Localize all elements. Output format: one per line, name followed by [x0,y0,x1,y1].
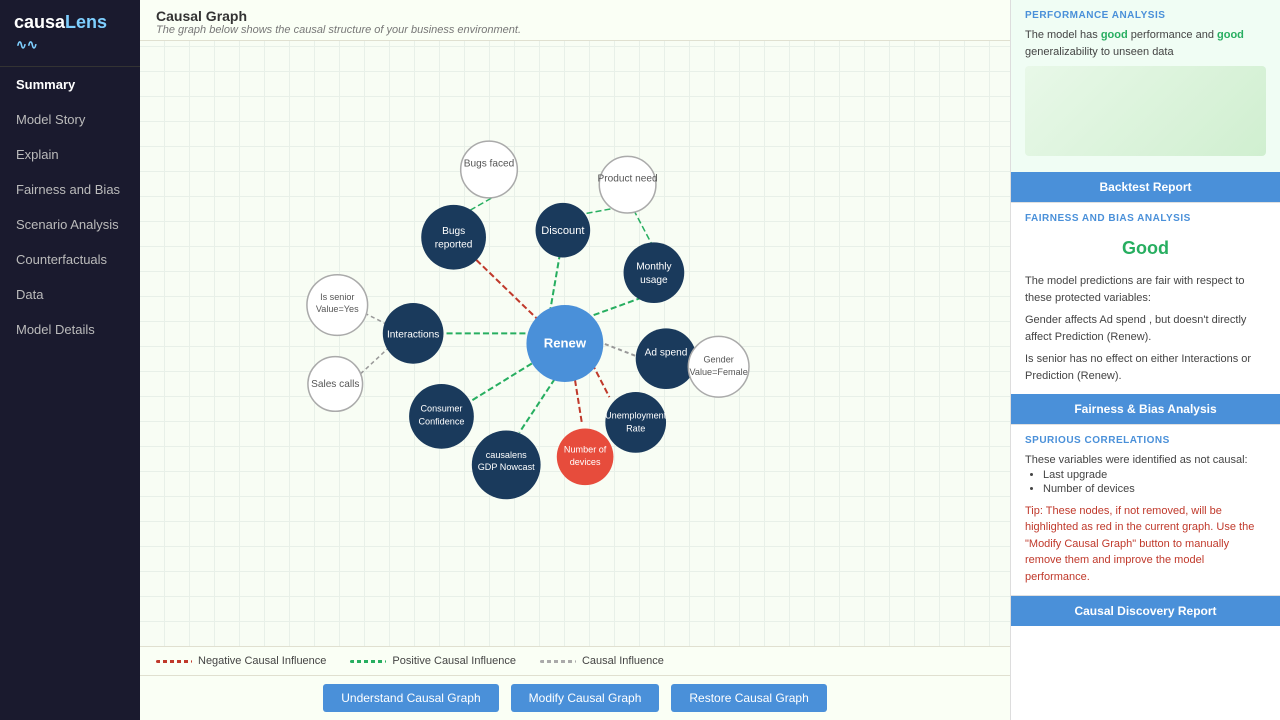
perf-text-1: The model has [1025,29,1101,41]
bottom-buttons: Understand Causal Graph Modify Causal Gr… [140,675,1010,720]
svg-text:Sales calls: Sales calls [311,379,359,390]
svg-text:Interactions: Interactions [387,329,439,340]
logo-area: causaLens∿∿ [0,0,140,67]
graph-header: Causal Graph The graph below shows the c… [140,0,1010,41]
svg-text:Product need: Product need [598,174,658,185]
node-product-need[interactable] [599,156,656,213]
logo-wave: ∿∿ [16,37,38,53]
performance-chart [1025,66,1266,156]
fairness-desc-2: Gender affects Ad spend , but doesn't di… [1025,312,1266,345]
legend-negative: Negative Causal Influence [156,655,326,667]
svg-text:reported: reported [435,239,473,250]
svg-text:Number of: Number of [564,445,607,455]
svg-text:Rate: Rate [626,424,645,434]
svg-text:Monthly: Monthly [636,262,672,273]
understand-causal-graph-button[interactable]: Understand Causal Graph [323,684,498,712]
svg-text:Value=Yes: Value=Yes [316,304,359,314]
modify-causal-graph-button[interactable]: Modify Causal Graph [511,684,660,712]
spurious-list: Last upgrade Number of devices [1043,469,1266,495]
legend-neu-label: Causal Influence [582,655,664,667]
node-unemployment-rate[interactable] [605,392,666,453]
spurious-intro: These variables were identified as not c… [1025,452,1266,469]
performance-title: PERFORMANCE ANALYSIS [1025,10,1266,21]
sidebar-item-model-details[interactable]: Model Details [0,312,140,347]
fairness-good-label: Good [1025,230,1266,267]
sidebar-item-explain[interactable]: Explain [0,137,140,172]
spurious-tip: Tip: These nodes, if not removed, will b… [1025,503,1266,586]
sidebar-item-counterfactuals[interactable]: Counterfactuals [0,242,140,277]
perf-text-3: generalizability to unseen data [1025,46,1174,58]
legend-neg-label: Negative Causal Influence [198,655,326,667]
node-bugs-reported[interactable] [421,205,486,270]
svg-text:Bugs: Bugs [442,226,465,237]
svg-text:Is senior: Is senior [320,292,354,302]
svg-text:Confidence: Confidence [418,416,464,426]
legend-neu-line [540,660,576,663]
legend-pos-line [350,660,386,663]
backtest-report-button[interactable]: Backtest Report [1011,172,1280,202]
fairness-bias-button[interactable]: Fairness & Bias Analysis [1011,394,1280,424]
spurious-title: SPURIOUS CORRELATIONS [1025,435,1266,446]
restore-causal-graph-button[interactable]: Restore Causal Graph [671,684,826,712]
right-panel: PERFORMANCE ANALYSIS The model has good … [1010,0,1280,720]
sidebar-item-model-story[interactable]: Model Story [0,102,140,137]
causal-discovery-button[interactable]: Causal Discovery Report [1011,596,1280,626]
svg-text:Renew: Renew [544,336,587,351]
graph-title: Causal Graph [156,8,994,24]
sidebar-item-data[interactable]: Data [0,277,140,312]
sidebar-item-summary[interactable]: Summary [0,67,140,102]
svg-text:Discount: Discount [541,225,584,237]
svg-text:Unemployment: Unemployment [605,410,667,420]
perf-text-2: performance and [1128,29,1217,41]
node-monthly-usage[interactable] [624,242,685,303]
svg-text:GDP Nowcast: GDP Nowcast [478,462,535,472]
svg-text:Value=Female: Value=Female [690,367,748,377]
svg-text:causalens: causalens [486,450,527,460]
performance-content: The model has good performance and good … [1025,27,1266,60]
spurious-section: SPURIOUS CORRELATIONS These variables we… [1011,425,1280,595]
fairness-section: FAIRNESS AND BIAS ANALYSIS Good The mode… [1011,203,1280,394]
spurious-item-2: Number of devices [1043,483,1266,495]
fairness-desc-1: The model predictions are fair with resp… [1025,273,1266,306]
svg-text:usage: usage [640,275,668,286]
spurious-item-1: Last upgrade [1043,469,1266,481]
svg-text:Bugs faced: Bugs faced [464,158,515,169]
svg-text:devices: devices [570,457,601,467]
legend-pos-label: Positive Causal Influence [392,655,516,667]
svg-text:Ad spend: Ad spend [645,348,688,359]
perf-good-2: good [1217,29,1244,41]
causal-graph-svg: Renew Bugs reported Discount Monthly usa… [140,41,1010,646]
perf-good-1: good [1101,29,1128,41]
legend-neg-line [156,660,192,663]
node-bugs-faced[interactable] [461,141,518,198]
sidebar-item-fairness[interactable]: Fairness and Bias [0,172,140,207]
performance-section: PERFORMANCE ANALYSIS The model has good … [1011,0,1280,172]
legend-neutral: Causal Influence [540,655,664,667]
node-ad-spend[interactable] [636,328,697,389]
legend: Negative Causal Influence Positive Causa… [140,646,1010,675]
legend-positive: Positive Causal Influence [350,655,516,667]
svg-text:Consumer: Consumer [420,403,462,413]
main-content: Causal Graph The graph below shows the c… [140,0,1010,720]
graph-area: Renew Bugs reported Discount Monthly usa… [140,41,1010,646]
fairness-desc-3: Is senior has no effect on either Intera… [1025,351,1266,384]
sidebar-item-scenario[interactable]: Scenario Analysis [0,207,140,242]
svg-text:Gender: Gender [703,355,733,365]
sidebar: causaLens∿∿ Summary Model Story Explain … [0,0,140,720]
fairness-title: FAIRNESS AND BIAS ANALYSIS [1025,213,1266,224]
logo: causaLens∿∿ [14,12,107,53]
graph-subtitle: The graph below shows the causal structu… [156,24,994,36]
